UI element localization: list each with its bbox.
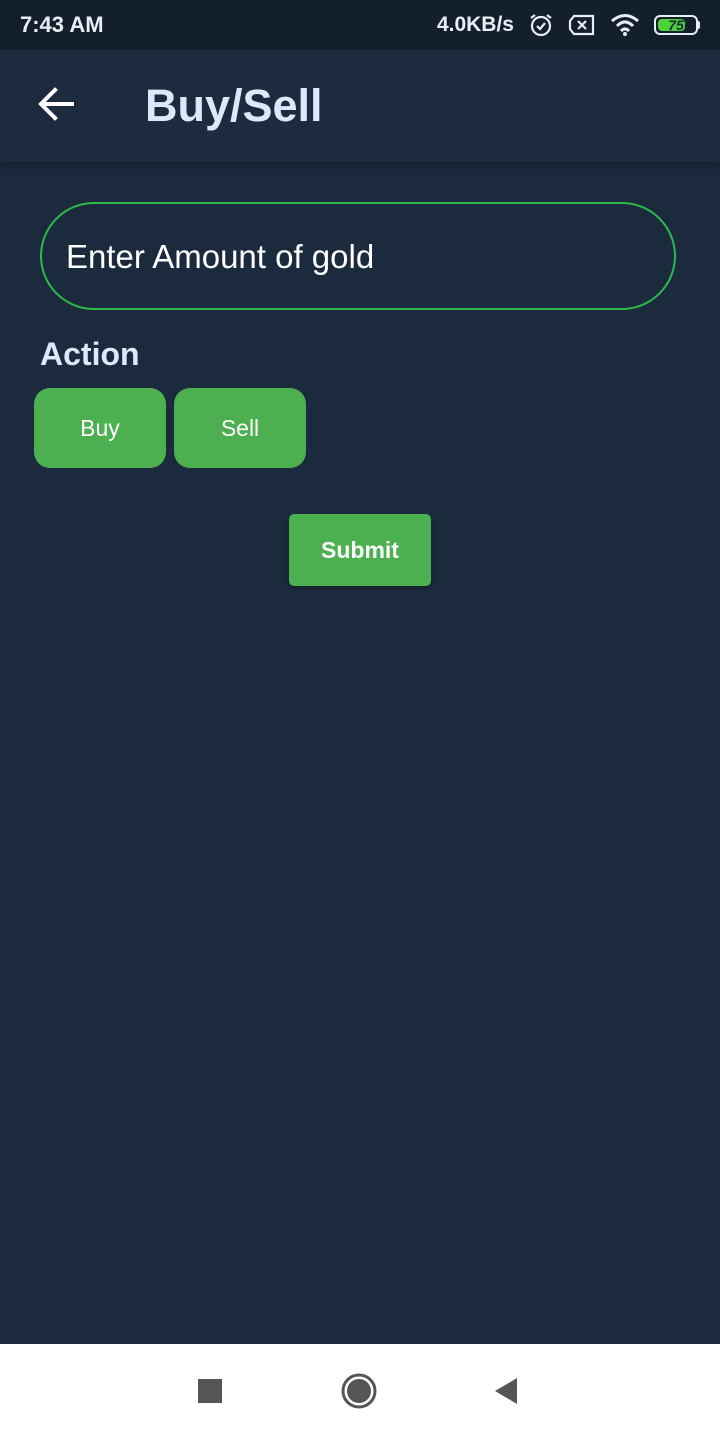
buy-button[interactable]: Buy xyxy=(34,388,166,468)
recents-button[interactable] xyxy=(185,1368,235,1418)
arrow-left-icon xyxy=(37,85,75,128)
action-label: Action xyxy=(40,336,140,372)
home-circle-icon xyxy=(340,1372,378,1415)
amount-input[interactable] xyxy=(64,204,648,310)
battery-level: 75 xyxy=(668,17,684,33)
sim-blocked-icon xyxy=(568,14,596,36)
wifi-icon xyxy=(610,13,640,37)
submit-button[interactable]: Submit xyxy=(289,514,431,586)
alarm-icon xyxy=(528,12,554,38)
back-button[interactable] xyxy=(26,76,86,136)
status-time: 7:43 AM xyxy=(20,12,104,37)
recents-square-icon xyxy=(197,1378,223,1409)
status-icons: 4.0KB/s 75 xyxy=(437,10,700,40)
screen: 7:43 AM 4.0KB/s 75 Buy/Sell Enter Amount… xyxy=(0,0,720,1440)
page-title: Buy/Sell xyxy=(145,80,323,131)
system-nav-bar xyxy=(0,1344,720,1440)
back-triangle-icon xyxy=(492,1376,520,1411)
sell-button[interactable]: Sell xyxy=(174,388,306,468)
battery-icon: 75 xyxy=(654,15,700,35)
app-bar: Buy/Sell xyxy=(0,50,720,162)
home-button[interactable] xyxy=(334,1368,384,1418)
network-speed: 4.0KB/s xyxy=(436,13,514,36)
nav-back-button[interactable] xyxy=(481,1368,531,1418)
amount-field xyxy=(40,202,676,310)
status-bar: 7:43 AM 4.0KB/s 75 xyxy=(0,0,720,50)
